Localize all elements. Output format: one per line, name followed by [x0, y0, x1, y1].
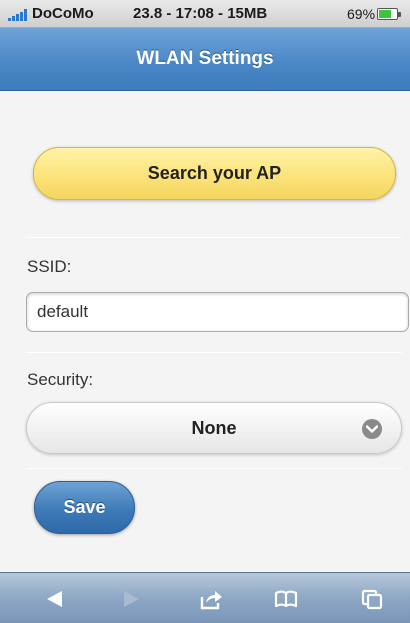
page-header: WLAN Settings — [0, 28, 410, 91]
page-title: WLAN Settings — [136, 48, 274, 69]
forward-arrow-icon[interactable] — [119, 588, 143, 610]
search-ap-button[interactable]: Search your AP — [33, 147, 396, 200]
ssid-label: SSID: — [27, 257, 72, 276]
battery-level — [379, 10, 391, 18]
divider — [26, 468, 402, 469]
chevron-down-icon — [362, 419, 382, 439]
bookmarks-icon[interactable] — [274, 588, 298, 610]
ssid-input[interactable]: default — [26, 292, 409, 332]
back-arrow-icon[interactable] — [43, 588, 67, 610]
battery-percentage: 69% — [347, 6, 376, 22]
divider — [26, 237, 402, 238]
share-icon[interactable] — [199, 588, 223, 610]
save-button[interactable]: Save — [34, 481, 135, 534]
main-content: Search your AP SSID: default Security: N… — [0, 92, 410, 572]
battery-icon — [377, 8, 401, 20]
status-bar: DoCoMo 23.8 - 17:08 - 15MB 69% — [0, 0, 410, 28]
carrier-name: DoCoMo — [32, 5, 94, 22]
browser-toolbar — [0, 572, 410, 623]
security-label: Security: — [27, 370, 94, 389]
security-select[interactable]: None — [26, 402, 402, 454]
status-info: 23.8 - 17:08 - 15MB — [133, 5, 268, 22]
security-select-value: None — [191, 418, 237, 438]
tabs-icon[interactable] — [360, 588, 384, 610]
divider — [26, 352, 402, 353]
signal-strength-icon — [8, 9, 28, 21]
